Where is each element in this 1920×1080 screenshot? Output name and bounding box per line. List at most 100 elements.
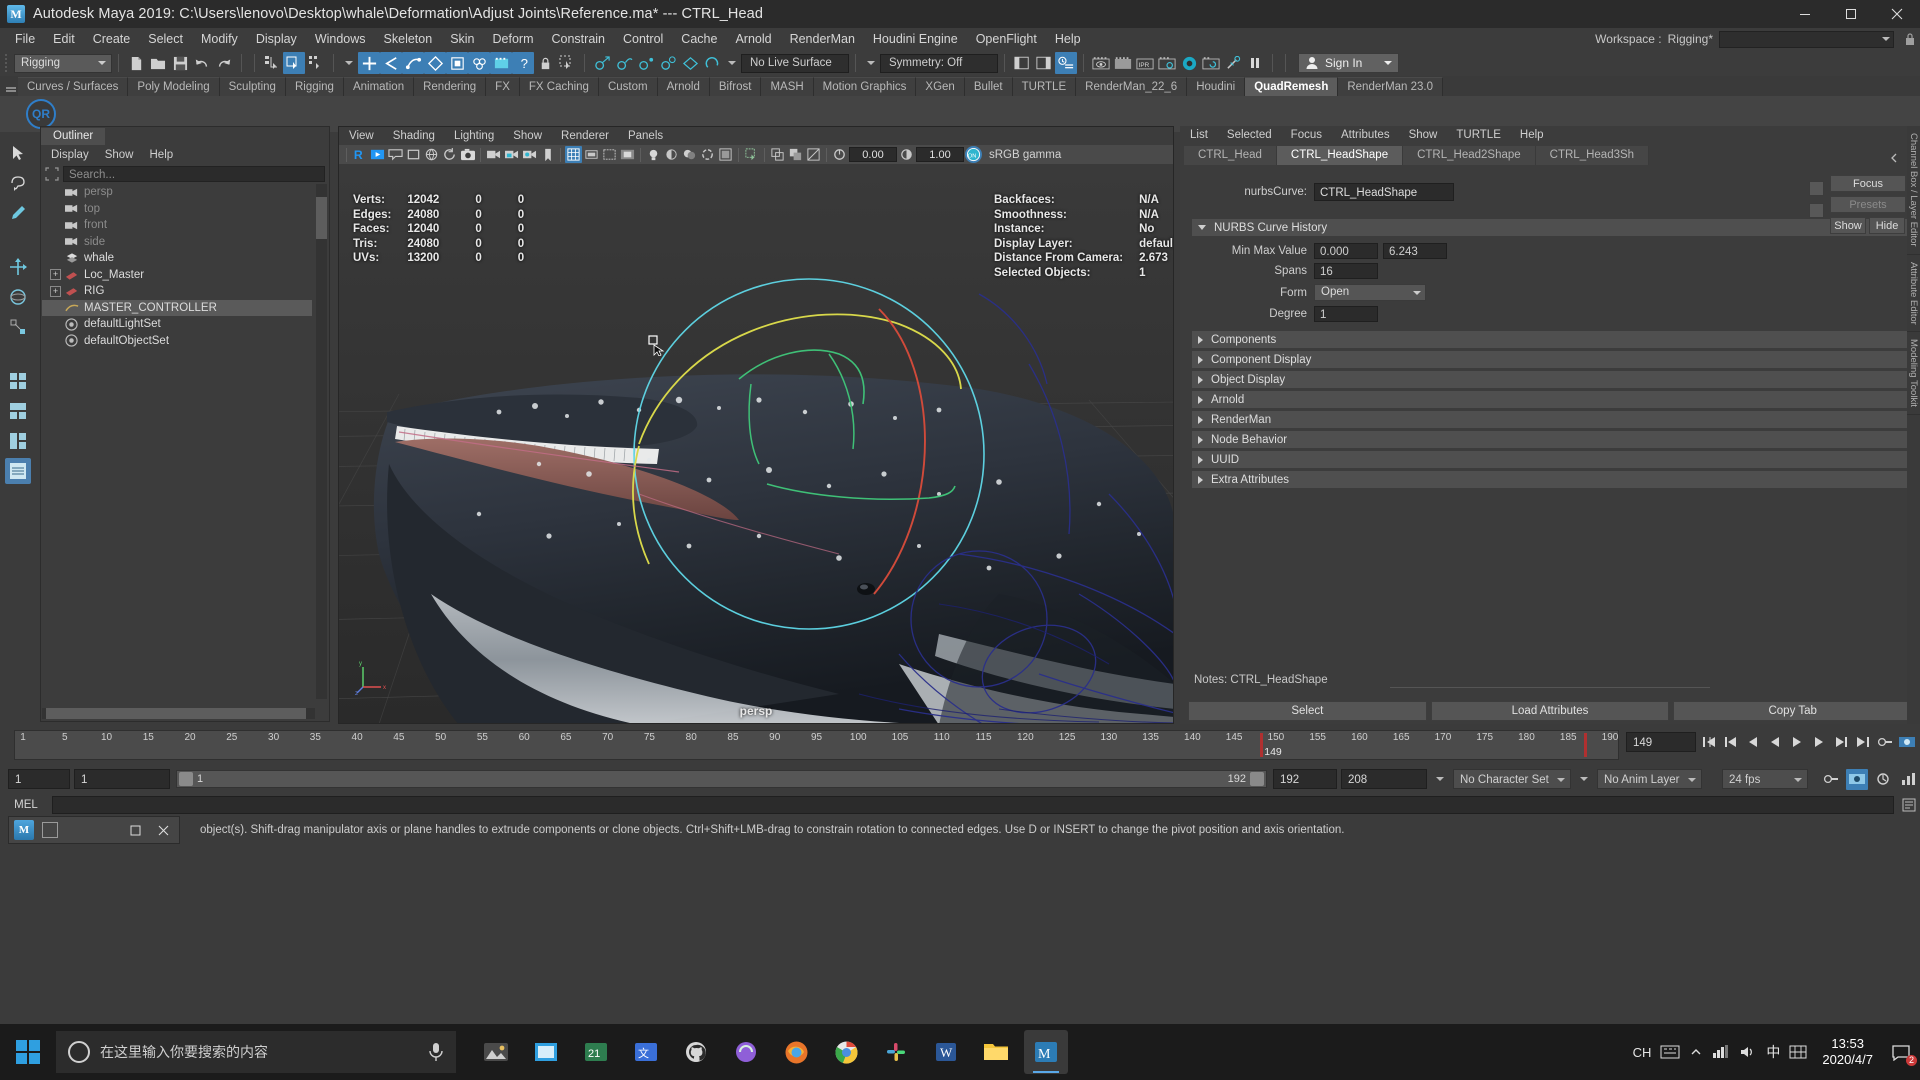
resolution-gate-icon[interactable]	[601, 146, 618, 163]
map-button-1[interactable]	[1809, 181, 1824, 196]
hide-button[interactable]: Hide	[1869, 217, 1905, 234]
exposure-lightbulb-icon[interactable]	[645, 146, 662, 163]
ipr-render-button[interactable]: IPR	[1134, 52, 1156, 74]
shelf-tab-rigging[interactable]: Rigging	[285, 77, 344, 96]
menu-item-windows[interactable]: Windows	[306, 28, 375, 50]
outliner-item-defaultobjectset[interactable]: defaultObjectSet	[42, 333, 312, 350]
menu-item-file[interactable]: File	[6, 28, 44, 50]
word-icon[interactable]: W	[924, 1030, 968, 1074]
menu-item-arnold[interactable]: Arnold	[726, 28, 780, 50]
node-name-input[interactable]: CTRL_HeadShape	[1314, 183, 1454, 201]
start-button[interactable]	[0, 1024, 56, 1080]
show-hidden-icons-chevron[interactable]	[1689, 1045, 1703, 1059]
snap-to-grid-button[interactable]	[591, 52, 613, 74]
outliner-search-input[interactable]: Search...	[63, 166, 325, 182]
current-frame-field[interactable]: 149	[1626, 732, 1696, 752]
ae-tab-ctrl_head[interactable]: CTRL_Head	[1184, 146, 1277, 165]
chrome-icon[interactable]	[824, 1030, 868, 1074]
smooth-shade-icon[interactable]	[805, 146, 822, 163]
menu-item-openflight[interactable]: OpenFlight	[967, 28, 1046, 50]
gate-mask-icon[interactable]	[619, 146, 636, 163]
ae-menu-attributes[interactable]: Attributes	[1341, 129, 1390, 141]
network-icon[interactable]	[1712, 1044, 1730, 1060]
step-forward-frame-button[interactable]	[1809, 732, 1828, 752]
ae-menu-turtle[interactable]: TURTLE	[1456, 129, 1501, 141]
show-hide-editors-left-button[interactable]	[1011, 52, 1033, 74]
fps-dropdown[interactable]: 24 fps	[1722, 769, 1808, 789]
map-button-2[interactable]	[1809, 203, 1824, 218]
toolbar-grip[interactable]	[4, 52, 10, 74]
right-tab-channel-box-layer-editor[interactable]: Channel Box / Layer Editor	[1907, 126, 1920, 255]
chevron-down-icon[interactable]	[345, 61, 353, 65]
viewport-menu-show[interactable]: Show	[513, 130, 542, 142]
default-light-icon[interactable]	[663, 146, 680, 163]
shelf-tab-quadremesh[interactable]: QuadRemesh	[1245, 77, 1339, 96]
selection-frame-icon[interactable]	[45, 167, 59, 181]
section-component-display[interactable]: Component Display	[1192, 351, 1912, 368]
step-back-frame-button[interactable]	[1743, 732, 1762, 752]
outliner-item-defaultlightset[interactable]: defaultLightSet	[42, 316, 312, 333]
shelf-tab-fx-caching[interactable]: FX Caching	[519, 77, 599, 96]
scrollbar-thumb[interactable]	[316, 197, 327, 239]
workspace-dropdown[interactable]	[1719, 30, 1894, 48]
shelf-tab-custom[interactable]: Custom	[598, 77, 658, 96]
character-set-key-button[interactable]	[1820, 769, 1842, 790]
snapshot-camera-icon[interactable]	[459, 146, 476, 163]
step-forward-key-button[interactable]	[1831, 732, 1850, 752]
bookmark-icon[interactable]	[539, 146, 556, 163]
mini-close-button[interactable]	[149, 817, 177, 843]
notification-center-icon[interactable]: 2	[1888, 1039, 1917, 1066]
ae-menu-help[interactable]: Help	[1520, 129, 1544, 141]
ae-tab-ctrl_head2shape[interactable]: CTRL_Head2Shape	[1403, 146, 1536, 165]
snap-to-point-button[interactable]	[635, 52, 657, 74]
outliner-item-rig[interactable]: + RIG	[42, 283, 312, 300]
xray-toggle-icon[interactable]	[743, 146, 760, 163]
menu-item-help[interactable]: Help	[1046, 28, 1090, 50]
ambient-occlusion-icon[interactable]	[699, 146, 716, 163]
select-by-misc-button[interactable]: ?	[512, 52, 534, 74]
lock-selection-button[interactable]	[534, 52, 556, 74]
grid-toggle-icon[interactable]	[565, 146, 582, 163]
copy-tab-button[interactable]: Copy Tab	[1673, 701, 1913, 721]
shelf-tab-turtle[interactable]: TURTLE	[1012, 77, 1077, 96]
viewport-menu-view[interactable]: View	[349, 130, 374, 142]
menu-item-display[interactable]: Display	[247, 28, 306, 50]
shelf-tab-mash[interactable]: MASH	[761, 77, 814, 96]
outliner-item-top[interactable]: top	[42, 201, 312, 218]
section-renderman[interactable]: RenderMan	[1192, 411, 1912, 428]
menuset-dropdown[interactable]: Rigging	[14, 53, 112, 73]
focus-button[interactable]: Focus	[1830, 175, 1906, 192]
auto-key-button[interactable]	[1875, 732, 1894, 752]
shelf-tab-bullet[interactable]: Bullet	[964, 77, 1013, 96]
step-back-key-button[interactable]	[1721, 732, 1740, 752]
select-by-handle-button[interactable]	[358, 52, 380, 74]
pause-render-button[interactable]	[1244, 52, 1266, 74]
ae-tab-ctrl_headshape[interactable]: CTRL_HeadShape	[1276, 146, 1404, 165]
character-set-dropdown[interactable]: No Character Set	[1453, 769, 1571, 789]
taskbar-clock[interactable]: 13:53 2020/4/7	[1816, 1036, 1879, 1068]
viewport-menu-panels[interactable]: Panels	[628, 130, 663, 142]
ae-menu-list[interactable]: List	[1190, 129, 1208, 141]
gamma-value[interactable]: 1.00	[916, 147, 964, 162]
select-component-button[interactable]	[305, 52, 327, 74]
outliner-item-side[interactable]: side	[42, 234, 312, 251]
viewport-square-icon[interactable]	[405, 146, 422, 163]
scale-tool-icon[interactable]	[5, 314, 31, 340]
shelf-tab-renderman-22-6[interactable]: RenderMan_22_6	[1076, 77, 1188, 96]
max-value-input[interactable]: 6.243	[1383, 243, 1447, 259]
show-button[interactable]: Show	[1830, 217, 1866, 234]
shelf-tab-animation[interactable]: Animation	[343, 77, 415, 96]
menu-item-houdini-engine[interactable]: Houdini Engine	[864, 28, 967, 50]
chevron-down-icon[interactable]	[1580, 777, 1588, 781]
app-21-icon[interactable]: 21	[574, 1030, 618, 1074]
shelf-tab-xgen[interactable]: XGen	[916, 77, 965, 96]
menu-item-renderman[interactable]: RenderMan	[781, 28, 864, 50]
chevron-down-icon[interactable]	[867, 61, 875, 65]
section-object-display[interactable]: Object Display	[1192, 371, 1912, 388]
section-nurbs-curve-history[interactable]: NURBS Curve History	[1192, 219, 1912, 236]
symmetry-field[interactable]: Symmetry: Off	[880, 53, 998, 73]
hypershade-button[interactable]	[1178, 52, 1200, 74]
select-tool-button[interactable]	[556, 52, 578, 74]
show-attribute-editor-button[interactable]	[1055, 52, 1077, 74]
degree-input[interactable]: 1	[1314, 306, 1378, 322]
